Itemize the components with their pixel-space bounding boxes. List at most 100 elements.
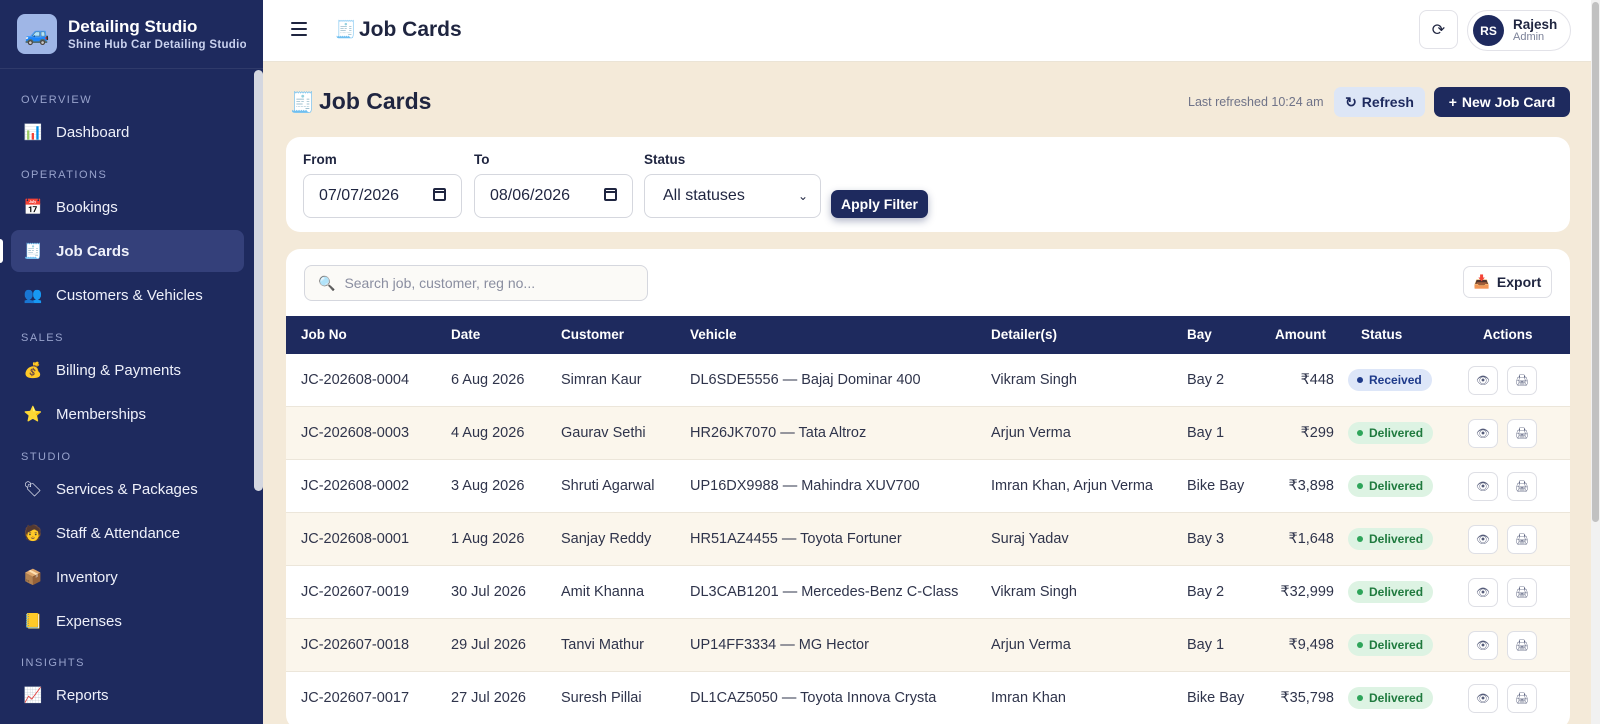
bay-cell: Bay 1 xyxy=(1187,425,1225,441)
calendar-icon[interactable] xyxy=(604,188,617,201)
col-bay[interactable]: Bay xyxy=(1187,327,1212,342)
table-row[interactable]: JC-202608-0003 4 Aug 2026 Gaurav Sethi HR26… xyxy=(286,407,1570,460)
user-menu[interactable]: RS Rajesh Admin xyxy=(1467,10,1571,51)
brand-title: Detailing Studio xyxy=(68,17,198,36)
date-cell: 27 Jul 2026 xyxy=(451,690,526,706)
vehicle-cell: UP16DX9988 — Mahindra XUV700 xyxy=(690,478,920,494)
job-number-cell: JC-202608-0003 xyxy=(301,425,410,441)
print-button[interactable]: 🖨 xyxy=(1507,472,1537,501)
sidebar-scrollbar[interactable] xyxy=(254,70,263,491)
page-title: Job Cards xyxy=(319,88,432,114)
job-number-cell: JC-202607-0018 xyxy=(301,637,410,653)
view-button[interactable]: 👁 xyxy=(1468,578,1498,607)
status-badge: Delivered xyxy=(1348,528,1434,550)
view-button[interactable]: 👁 xyxy=(1468,525,1498,554)
vehicle-cell: UP14FF3334 — MG Hector xyxy=(690,637,869,653)
job-number-cell: JC-202608-0002 xyxy=(301,478,410,494)
col-job-no[interactable]: Job No xyxy=(301,327,347,342)
col-date[interactable]: Date xyxy=(451,327,480,342)
table-row[interactable]: JC-202607-0018 29 Jul 2026 Tanvi Mathur UP1… xyxy=(286,619,1570,672)
search-input[interactable]: 🔍 Search job, customer, reg no... xyxy=(304,265,648,301)
detailers-cell: Suraj Yadav xyxy=(991,531,1069,547)
print-button[interactable]: 🖨 xyxy=(1507,684,1537,713)
sidebar-item-staff-attendance[interactable]: 🧑 Staff & Attendance xyxy=(11,512,244,554)
print-button[interactable]: 🖨 xyxy=(1507,366,1537,395)
table-row[interactable]: JC-202607-0019 30 Jul 2026 Amit Khanna DL3C… xyxy=(286,566,1570,619)
receipt-icon: 🧾 xyxy=(23,243,43,260)
detailers-cell: Vikram Singh xyxy=(991,372,1077,388)
refresh-label: Refresh xyxy=(1361,94,1414,110)
sidebar-item-expenses[interactable]: 📒 Expenses xyxy=(11,600,244,642)
sidebar-item-label: Bookings xyxy=(56,198,118,216)
table-row[interactable]: JC-202608-0002 3 Aug 2026 Shruti Agarwal UP… xyxy=(286,460,1570,513)
customer-cell: Suresh Pillai xyxy=(561,690,642,706)
date-cell: 29 Jul 2026 xyxy=(451,637,526,653)
col-customer[interactable]: Customer xyxy=(561,327,624,342)
tag-icon: 🏷 xyxy=(23,481,43,498)
money-bag-icon: 💰 xyxy=(23,362,43,379)
sidebar-item-bookings[interactable]: 📅 Bookings xyxy=(11,186,244,228)
avatar: RS xyxy=(1473,15,1504,46)
menu-icon[interactable] xyxy=(291,22,307,36)
print-button[interactable]: 🖨 xyxy=(1507,578,1537,607)
job-cards-table-card: 🔍 Search job, customer, reg no... 📥 Expo… xyxy=(286,249,1570,724)
to-date-input[interactable]: 08/06/2026 xyxy=(474,174,633,218)
search-placeholder: Search job, customer, reg no... xyxy=(344,275,536,291)
view-button[interactable]: 👁 xyxy=(1468,631,1498,660)
topbar-title: Job Cards xyxy=(359,18,462,41)
col-status[interactable]: Status xyxy=(1361,327,1402,342)
page-scrollbar[interactable] xyxy=(1591,0,1600,724)
view-button[interactable]: 👁 xyxy=(1468,419,1498,448)
sidebar-item-reports[interactable]: 📈 Reports xyxy=(11,674,244,716)
print-button[interactable]: 🖨 xyxy=(1507,525,1537,554)
sidebar-item-dashboard[interactable]: 📊 Dashboard xyxy=(11,111,244,153)
col-actions: Actions xyxy=(1483,327,1533,342)
from-date-input[interactable]: 07/07/2026 xyxy=(303,174,462,218)
sidebar-item-billing-payments[interactable]: 💰 Billing & Payments xyxy=(11,349,244,391)
eye-icon: 👁 xyxy=(1476,693,1490,705)
table-row[interactable]: JC-202607-0017 27 Jul 2026 Suresh Pillai DL… xyxy=(286,672,1570,724)
amount-cell: ₹1,648 xyxy=(1288,531,1334,547)
vehicle-cell: HR51AZ4455 — Toyota Fortuner xyxy=(690,531,902,547)
reload-button[interactable]: ⟳ xyxy=(1419,10,1458,49)
view-button[interactable]: 👁 xyxy=(1468,684,1498,713)
printer-icon: 🖨 xyxy=(1515,481,1529,493)
to-label: To xyxy=(474,152,490,167)
brand[interactable]: 🚙 Detailing Studio Shine Hub Car Detaili… xyxy=(0,0,263,69)
detailers-cell: Imran Khan xyxy=(991,690,1066,706)
chevron-down-icon: ⌄ xyxy=(797,189,808,203)
col-vehicle[interactable]: Vehicle xyxy=(690,327,737,342)
new-job-card-button[interactable]: + New Job Card xyxy=(1434,87,1570,117)
table-header: Job No Date Customer Vehicle Detailer(s)… xyxy=(286,316,1570,354)
sidebar-item-label: Inventory xyxy=(56,568,118,586)
view-button[interactable]: 👁 xyxy=(1468,366,1498,395)
job-number-cell: JC-202607-0017 xyxy=(301,690,410,706)
sidebar-item-services-packages[interactable]: 🏷 Services & Packages xyxy=(11,468,244,510)
sidebar-item-job-cards[interactable]: 🧾 Job Cards xyxy=(0,230,244,272)
vehicle-cell: DL6SDE5556 — Bajaj Dominar 400 xyxy=(690,372,921,388)
col-detailers[interactable]: Detailer(s) xyxy=(991,327,1057,342)
calendar-icon[interactable] xyxy=(433,188,446,201)
print-button[interactable]: 🖨 xyxy=(1507,631,1537,660)
refresh-icon: ↻ xyxy=(1345,93,1357,110)
refresh-button[interactable]: ↻ Refresh xyxy=(1334,87,1425,117)
status-badge: Delivered xyxy=(1348,687,1434,709)
receipt-icon: 🧾 xyxy=(290,92,315,114)
status-select[interactable]: All statuses ⌄ xyxy=(644,174,821,218)
customer-cell: Simran Kaur xyxy=(561,372,642,388)
sidebar-item-memberships[interactable]: ⭐ Memberships xyxy=(11,393,244,435)
bay-cell: Bay 3 xyxy=(1187,531,1225,547)
view-button[interactable]: 👁 xyxy=(1468,472,1498,501)
sidebar-item-inventory[interactable]: 📦 Inventory xyxy=(11,556,244,598)
detailers-cell: Vikram Singh xyxy=(991,584,1077,600)
sidebar-item-customers-vehicles[interactable]: 👥 Customers & Vehicles xyxy=(11,274,244,316)
sidebar-item-label: Services & Packages xyxy=(56,480,198,498)
col-amount[interactable]: Amount xyxy=(1275,327,1326,342)
table-row[interactable]: JC-202608-0004 6 Aug 2026 Simran Kaur DL6SD… xyxy=(286,354,1570,407)
detailers-cell: Arjun Verma xyxy=(991,637,1071,653)
export-button[interactable]: 📥 Export xyxy=(1463,266,1552,298)
table-row[interactable]: JC-202608-0001 1 Aug 2026 Sanjay Reddy HR51… xyxy=(286,513,1570,566)
status-badge: Received xyxy=(1348,369,1432,391)
print-button[interactable]: 🖨 xyxy=(1507,419,1537,448)
apply-filter-button[interactable]: Apply Filter xyxy=(831,190,928,218)
